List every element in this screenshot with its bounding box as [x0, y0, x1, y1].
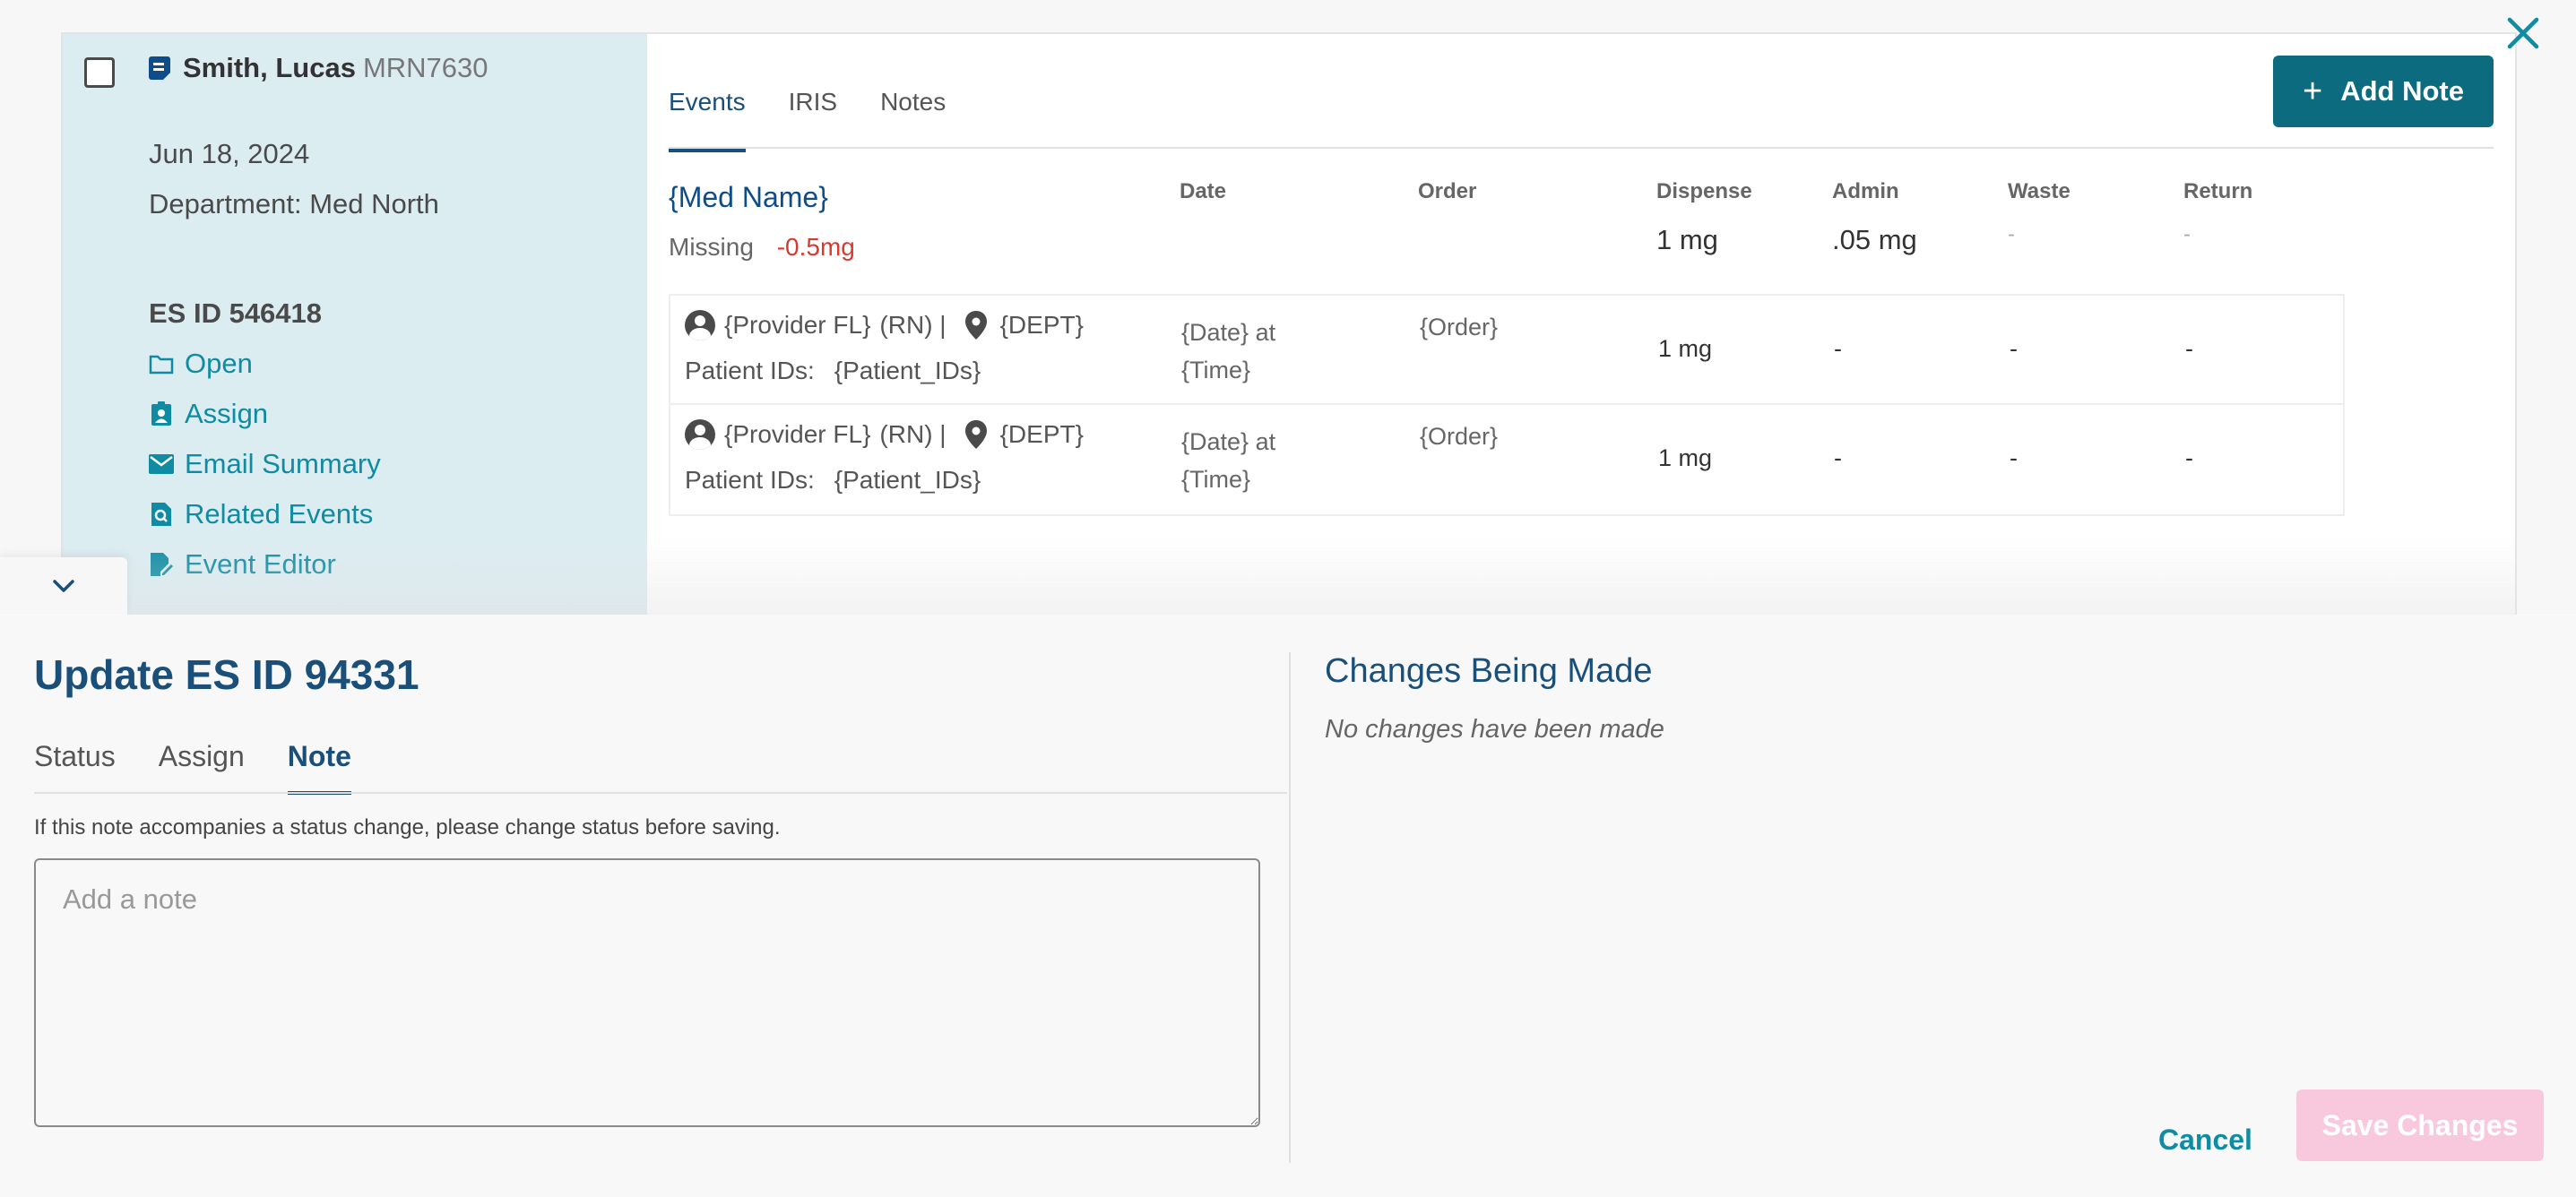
drawer-tabs: Status Assign Note: [34, 740, 351, 795]
table-row[interactable]: {Provider FL} (RN) | {DEPT} Patient IDs:…: [669, 294, 2345, 405]
col-date: Date: [1180, 179, 1227, 203]
close-icon[interactable]: [2504, 14, 2542, 52]
event-card: Smith, Lucas MRN7630 Jun 18, 2024 Depart…: [61, 32, 2517, 649]
collapse-drawer-button[interactable]: [0, 557, 127, 615]
col-return: Return: [2183, 179, 2253, 203]
col-order: Order: [1418, 179, 1477, 203]
provider-info: {Provider FL} (RN) | {DEPT}: [685, 419, 1084, 450]
location-pin-icon: [964, 420, 987, 449]
row-order: {Order}: [1420, 423, 1499, 450]
event-tabs: Events IRIS Notes: [669, 88, 946, 152]
tab-iris[interactable]: IRIS: [789, 88, 837, 152]
col-admin: Admin: [1832, 179, 1899, 203]
row-date: {Date} at {Time}: [1181, 319, 1276, 383]
provider-name: {Provider FL}: [724, 420, 871, 448]
row-date: {Date} at {Time}: [1181, 428, 1276, 493]
plus-icon: +: [2303, 72, 2323, 110]
med-name[interactable]: {Med Name}: [669, 181, 828, 214]
tab-notes[interactable]: Notes: [880, 88, 946, 152]
patient-ids-label: Patient IDs:: [685, 466, 815, 494]
folder-icon: [149, 352, 174, 375]
summary-waste: -: [2008, 222, 2015, 246]
missing-summary: Missing -0.5mg: [669, 233, 855, 262]
provider-role: (RN) |: [879, 420, 947, 448]
patient-header: Smith, Lucas MRN7630: [149, 52, 488, 84]
changes-empty-text: No changes have been made: [1325, 715, 1664, 744]
changes-title: Changes Being Made: [1325, 652, 1653, 690]
summary-dispense: 1 mg: [1656, 224, 1718, 255]
note-textarea[interactable]: [34, 858, 1260, 1127]
person-icon: [685, 310, 715, 340]
patient-ids-label: Patient IDs:: [685, 357, 815, 384]
patient-ids-value: {Patient_IDs}: [834, 357, 981, 384]
provider-dept: {DEPT}: [999, 420, 1084, 448]
provider-role: (RN) |: [879, 311, 947, 339]
col-waste: Waste: [2008, 179, 2070, 203]
drawer-divider: [1289, 652, 1291, 1163]
search-document-icon: [149, 503, 174, 526]
save-changes-button[interactable]: Save Changes: [2296, 1089, 2544, 1161]
missing-value: -0.5mg: [776, 233, 855, 261]
provider-dept: {DEPT}: [999, 311, 1084, 339]
select-checkbox[interactable]: [84, 57, 115, 88]
row-return: -: [2185, 444, 2193, 471]
assign-link[interactable]: Assign: [149, 398, 268, 430]
assign-label: Assign: [185, 398, 269, 429]
related-events-link[interactable]: Related Events: [149, 498, 373, 530]
tab-status[interactable]: Status: [34, 740, 116, 795]
department: Department: Med North: [149, 188, 439, 220]
row-return: -: [2185, 335, 2193, 362]
drawer-title: Update ES ID 94331: [34, 651, 419, 698]
patient-name: Smith, Lucas: [183, 52, 356, 83]
event-editor-label: Event Editor: [185, 548, 336, 580]
edit-document-icon: [149, 553, 174, 576]
row-waste: -: [2010, 444, 2018, 471]
tabs-divider: [669, 147, 2494, 149]
es-id: ES ID 546418: [149, 297, 323, 329]
provider-info: {Provider FL} (RN) | {DEPT}: [685, 310, 1084, 340]
patient-mrn: MRN7630: [362, 52, 488, 83]
col-dispense: Dispense: [1656, 179, 1752, 203]
location-pin-icon: [964, 311, 987, 340]
row-admin: -: [1834, 444, 1842, 471]
patient-ids-value: {Patient_IDs}: [834, 466, 981, 494]
provider-name: {Provider FL}: [724, 311, 871, 339]
tab-events[interactable]: Events: [669, 88, 746, 152]
row-waste: -: [2010, 335, 2018, 362]
tab-assign[interactable]: Assign: [159, 740, 245, 795]
open-link[interactable]: Open: [149, 348, 253, 380]
add-note-button[interactable]: + Add Note: [2273, 56, 2494, 127]
related-events-label: Related Events: [185, 498, 374, 530]
document-icon: [149, 56, 170, 80]
email-summary-link[interactable]: Email Summary: [149, 448, 381, 480]
patient-ids: Patient IDs: {Patient_IDs}: [685, 357, 981, 385]
row-admin: -: [1834, 335, 1842, 362]
summary-return: -: [2183, 222, 2191, 246]
mail-icon: [149, 452, 174, 476]
badge-icon: [149, 401, 174, 426]
event-date: Jun 18, 2024: [149, 138, 310, 169]
update-drawer: Update ES ID 94331 Status Assign Note If…: [0, 615, 2576, 1197]
tab-note[interactable]: Note: [287, 740, 351, 795]
missing-label: Missing: [669, 233, 754, 261]
email-summary-label: Email Summary: [185, 448, 381, 479]
open-label: Open: [185, 348, 253, 379]
row-dispense: 1 mg: [1658, 335, 1713, 362]
patient-ids: Patient IDs: {Patient_IDs}: [685, 466, 981, 495]
table-row[interactable]: {Provider FL} (RN) | {DEPT} Patient IDs:…: [669, 405, 2345, 516]
row-dispense: 1 mg: [1658, 444, 1713, 471]
patient-panel: Smith, Lucas MRN7630 Jun 18, 2024 Depart…: [63, 34, 647, 633]
row-order: {Order}: [1420, 314, 1499, 340]
note-hint: If this note accompanies a status change…: [34, 815, 781, 840]
event-editor-link[interactable]: Event Editor: [149, 548, 336, 581]
person-icon: [685, 419, 715, 450]
summary-admin: .05 mg: [1832, 224, 1917, 255]
chevron-down-icon: [53, 580, 74, 592]
drawer-tabs-divider: [34, 792, 1287, 794]
cancel-button[interactable]: Cancel: [2133, 1106, 2278, 1175]
add-note-label: Add Note: [2340, 75, 2464, 107]
